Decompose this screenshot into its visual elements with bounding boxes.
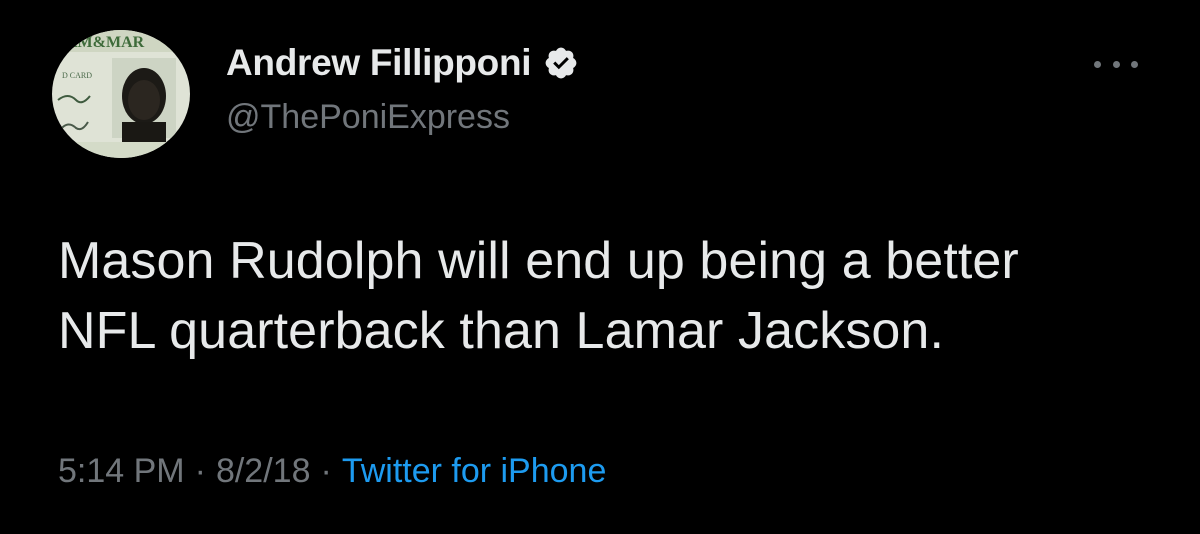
- author-display-name[interactable]: Andrew Fillipponi: [226, 42, 532, 84]
- tweet-text: Mason Rudolph will end up being a better…: [58, 226, 1168, 366]
- tweet-text-line: Mason Rudolph will end up being a better: [58, 232, 1019, 290]
- verified-badge-icon: [545, 47, 577, 79]
- tweet-text-line: NFL quarterback than Lamar Jackson.: [58, 302, 945, 360]
- avatar-card-label: D CARD: [62, 71, 92, 80]
- tweet-card: AM&MAR D CARD Andrew Fillipponi @ThePoni…: [0, 0, 1200, 534]
- ellipsis-icon: [1112, 60, 1120, 68]
- ellipsis-icon: [1094, 60, 1101, 68]
- meta-separator: ·: [320, 452, 332, 490]
- author-handle[interactable]: @ThePoniExpress: [226, 98, 510, 137]
- author-avatar[interactable]: AM&MAR D CARD: [52, 30, 190, 158]
- tweet-source-link[interactable]: Twitter for iPhone: [342, 452, 607, 491]
- id-card-photo-avatar: AM&MAR D CARD: [52, 30, 190, 158]
- tweet-date[interactable]: 8/2/18: [216, 452, 311, 491]
- author-name-row: Andrew Fillipponi: [226, 42, 579, 84]
- meta-separator: ·: [194, 452, 206, 490]
- avatar-card-text: AM&MAR: [66, 34, 145, 51]
- ellipsis-icon: [1131, 60, 1138, 68]
- more-options-button[interactable]: [1094, 54, 1138, 74]
- tweet-time[interactable]: 5:14 PM: [58, 452, 185, 491]
- tweet-meta: 5:14 PM · 8/2/18 · Twitter for iPhone: [58, 452, 606, 491]
